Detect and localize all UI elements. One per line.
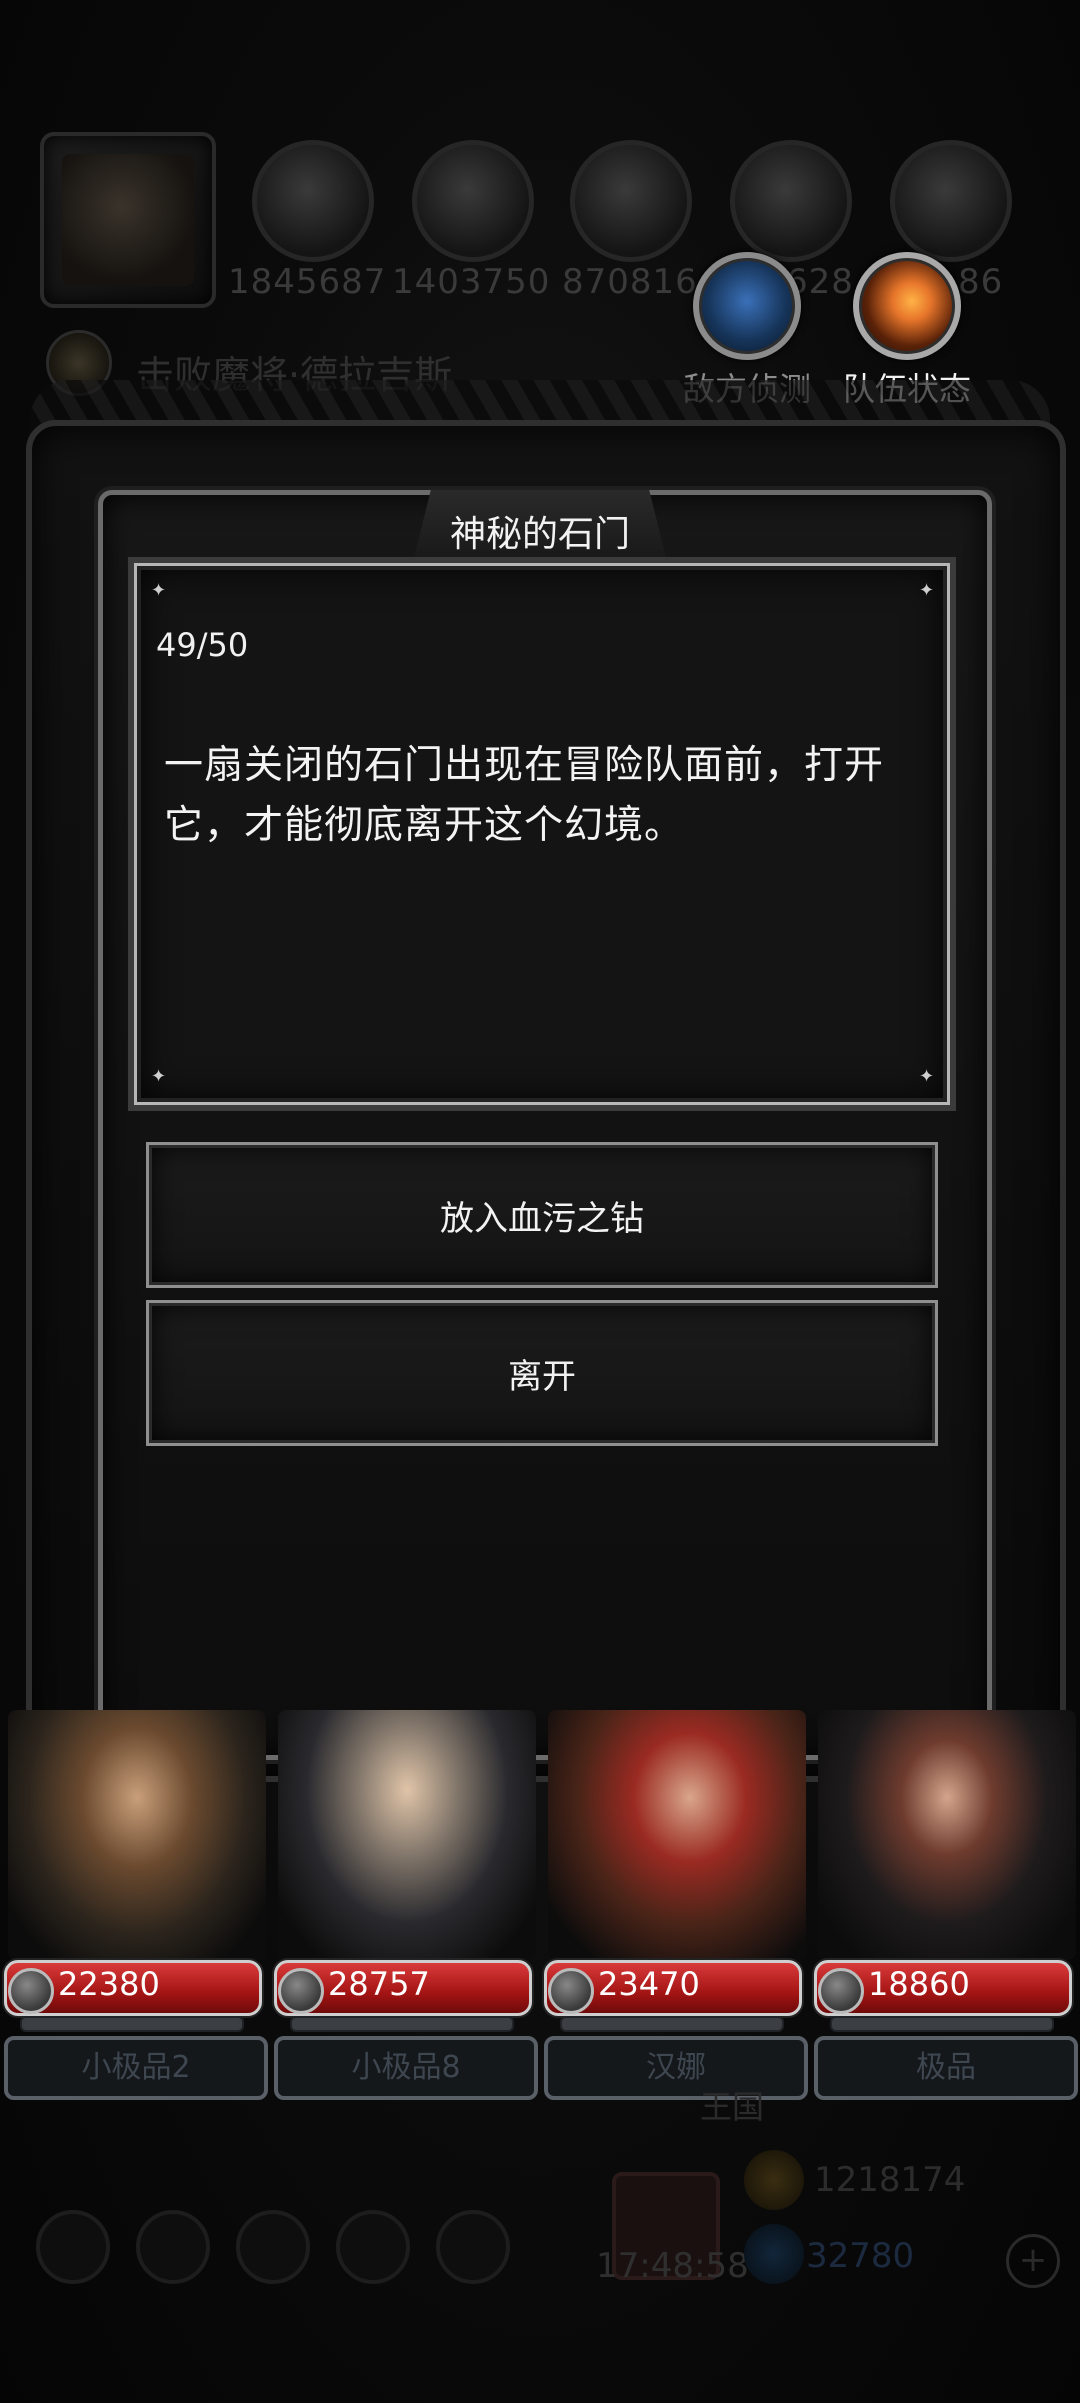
corner-sparkle-icon: ✦ <box>151 1066 167 1087</box>
gem-value: 32780 <box>806 2236 915 2276</box>
sword-icon <box>818 1968 864 2014</box>
hero-portrait <box>818 1710 1076 1960</box>
menu-icon[interactable] <box>36 2210 110 2284</box>
scout-icon <box>693 252 801 360</box>
choice-insert-bloody-diamond-button[interactable]: 放入血污之钻 <box>146 1142 938 1288</box>
dialog-title: 神秘的石门 <box>449 514 630 555</box>
choice-leave-button[interactable]: 离开 <box>146 1300 938 1446</box>
hero-portrait <box>8 1710 266 1960</box>
corner-sparkle-icon: ✦ <box>919 580 935 601</box>
hero-name: 小极品2 <box>4 2036 268 2100</box>
sword-icon <box>8 1968 54 2014</box>
corner-sparkle-icon: ✦ <box>151 580 167 601</box>
energy-bar <box>560 2016 784 2032</box>
resource-orb-1 <box>252 140 374 262</box>
resource-orb-4 <box>730 140 852 262</box>
menu-icon[interactable] <box>136 2210 210 2284</box>
clock: 17:48:58 <box>596 2246 749 2286</box>
hero-name: 汉娜 <box>544 2036 808 2100</box>
energy-bar <box>20 2016 244 2032</box>
hero-portrait <box>548 1710 806 1960</box>
stat-value: 1403750 <box>392 262 551 302</box>
hero-name: 极品 <box>814 2036 1078 2100</box>
resource-orb-3 <box>570 140 692 262</box>
menu-icon[interactable] <box>336 2210 410 2284</box>
add-icon[interactable]: + <box>1006 2234 1060 2288</box>
menu-icon[interactable] <box>236 2210 310 2284</box>
gold-value: 1218174 <box>814 2160 966 2200</box>
sword-icon <box>278 1968 324 2014</box>
event-progress: 49/50 <box>156 626 249 664</box>
corner-sparkle-icon: ✦ <box>919 1066 935 1087</box>
energy-bar <box>290 2016 514 2032</box>
hero-hp: 22380 <box>58 1965 160 2003</box>
hero-hp: 18860 <box>868 1965 970 2003</box>
kingdom-label: 王国 <box>700 2088 765 2126</box>
event-description: 一扇关闭的石门出现在冒险队面前，打开它，才能彻底离开这个幻境。 <box>164 743 885 848</box>
stat-value: 1845687 <box>228 262 387 302</box>
gold-icon <box>744 2150 804 2210</box>
hero-portrait <box>278 1710 536 1960</box>
hero-hp: 28757 <box>328 1965 430 2003</box>
menu-icon[interactable] <box>436 2210 510 2284</box>
gem-icon <box>744 2224 804 2284</box>
hero-hp: 23470 <box>598 1965 700 2003</box>
energy-bar <box>830 2016 1054 2032</box>
sword-icon <box>548 1968 594 2014</box>
fire-icon <box>853 252 961 360</box>
resource-orb-5 <box>890 140 1012 262</box>
hero-name: 小极品8 <box>274 2036 538 2100</box>
resource-orb-2 <box>412 140 534 262</box>
player-avatar <box>40 132 216 308</box>
